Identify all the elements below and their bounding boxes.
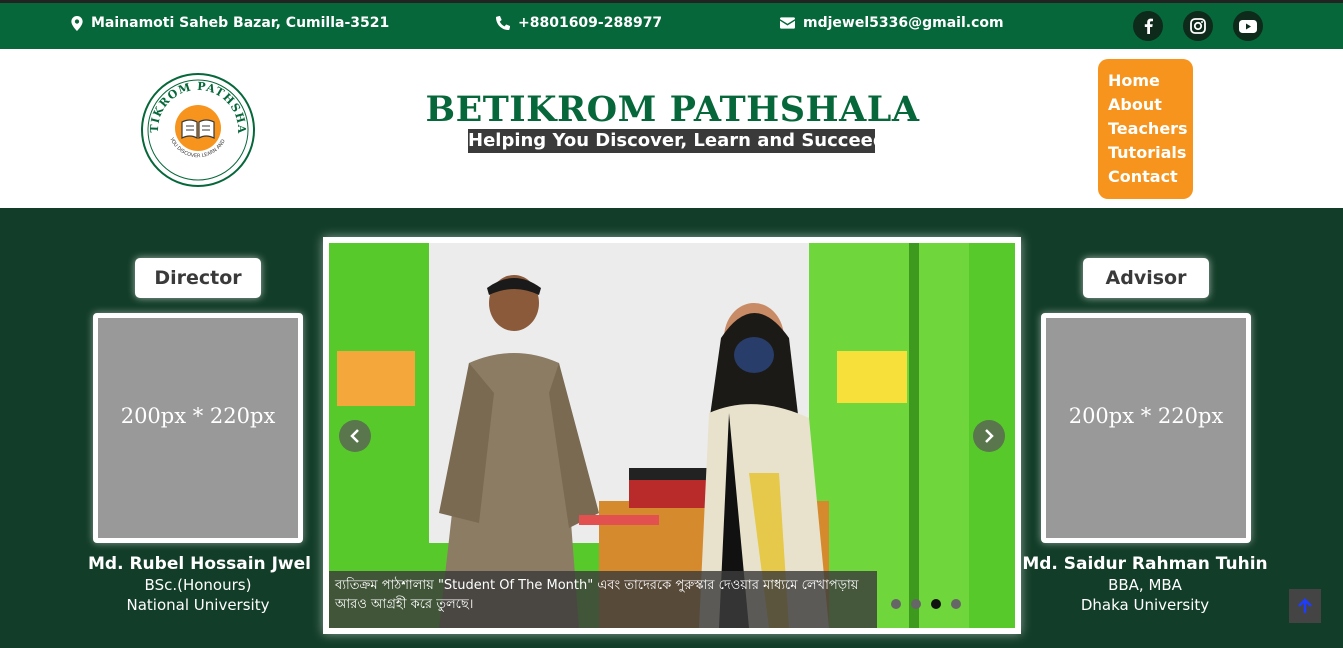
- email-item[interactable]: mdjewel5336@gmail.com: [780, 15, 1004, 31]
- slide-indicator-1[interactable]: [891, 599, 901, 609]
- slider-prev-button[interactable]: [339, 420, 371, 452]
- site-header: BETIKROM PATHSHALA HELPING YOU DISCOVER …: [0, 49, 1343, 208]
- slide-indicator-4[interactable]: [951, 599, 961, 609]
- director-photo-size: 200px * 220px: [120, 404, 276, 428]
- advisor-name: Md. Saidur Rahman Tuhin: [1022, 554, 1268, 574]
- chevron-right-icon: [985, 429, 994, 443]
- slider-indicators: [891, 599, 961, 609]
- advisor-degree: BBA, MBA: [1108, 576, 1182, 594]
- image-slider[interactable]: ব্যতিক্রম পাঠশালায় "Student Of The Mont…: [323, 237, 1021, 634]
- advisor-photo-size: 200px * 220px: [1068, 404, 1224, 428]
- hero-section: Director 200px * 220px Md. Rubel Hossain…: [0, 208, 1343, 648]
- nav-about[interactable]: About: [1108, 93, 1193, 117]
- site-logo[interactable]: BETIKROM PATHSHALA HELPING YOU DISCOVER …: [134, 62, 256, 188]
- slide-indicator-3[interactable]: [931, 599, 941, 609]
- slide-caption: ব্যতিক্রম পাঠশালায় "Student Of The Mont…: [329, 571, 877, 628]
- nav-tutorials[interactable]: Tutorials: [1108, 141, 1193, 165]
- director-institution: National University: [126, 596, 270, 614]
- address-text: Mainamoti Saheb Bazar, Cumilla-3521: [91, 15, 390, 31]
- facebook-icon: [1144, 18, 1153, 34]
- main-nav: Home About Teachers Tutorials Contact: [1098, 59, 1193, 199]
- phone-icon: [496, 16, 510, 30]
- envelope-icon: [780, 17, 795, 29]
- nav-teachers[interactable]: Teachers: [1108, 117, 1193, 141]
- phone-item[interactable]: +8801609-288977: [496, 15, 662, 31]
- director-role-badge: Director: [135, 258, 261, 298]
- email-text: mdjewel5336@gmail.com: [803, 15, 1004, 31]
- instagram-icon: [1190, 18, 1206, 34]
- slider-next-button[interactable]: [973, 420, 1005, 452]
- phone-text: +8801609-288977: [518, 15, 663, 31]
- slide-indicator-2[interactable]: [911, 599, 921, 609]
- address-item: Mainamoti Saheb Bazar, Cumilla-3521: [71, 15, 389, 31]
- logo-emblem: BETIKROM PATHSHALA HELPING YOU DISCOVER …: [134, 62, 255, 187]
- nav-contact[interactable]: Contact: [1108, 165, 1193, 189]
- nav-home[interactable]: Home: [1108, 69, 1193, 93]
- facebook-link[interactable]: [1133, 11, 1163, 41]
- director-name: Md. Rubel Hossain Jwel: [88, 554, 311, 574]
- chevron-left-icon: [350, 429, 359, 443]
- site-title: BETIKROM PATHSHALA: [425, 89, 920, 130]
- advisor-role-badge: Advisor: [1083, 258, 1209, 298]
- instagram-link[interactable]: [1183, 11, 1213, 41]
- site-tagline: Helping You Discover, Learn and Succeed: [468, 129, 886, 153]
- director-photo-placeholder: 200px * 220px: [93, 313, 303, 543]
- top-contact-bar: Mainamoti Saheb Bazar, Cumilla-3521 +880…: [0, 0, 1343, 49]
- advisor-photo-placeholder: 200px * 220px: [1041, 313, 1251, 543]
- advisor-institution: Dhaka University: [1080, 596, 1210, 614]
- director-degree: BSc.(Honours): [144, 576, 252, 594]
- back-to-top-button[interactable]: [1289, 589, 1321, 623]
- youtube-link[interactable]: [1233, 11, 1263, 41]
- youtube-icon: [1239, 19, 1257, 33]
- arrow-up-icon: [1298, 598, 1312, 613]
- map-pin-icon: [71, 15, 83, 31]
